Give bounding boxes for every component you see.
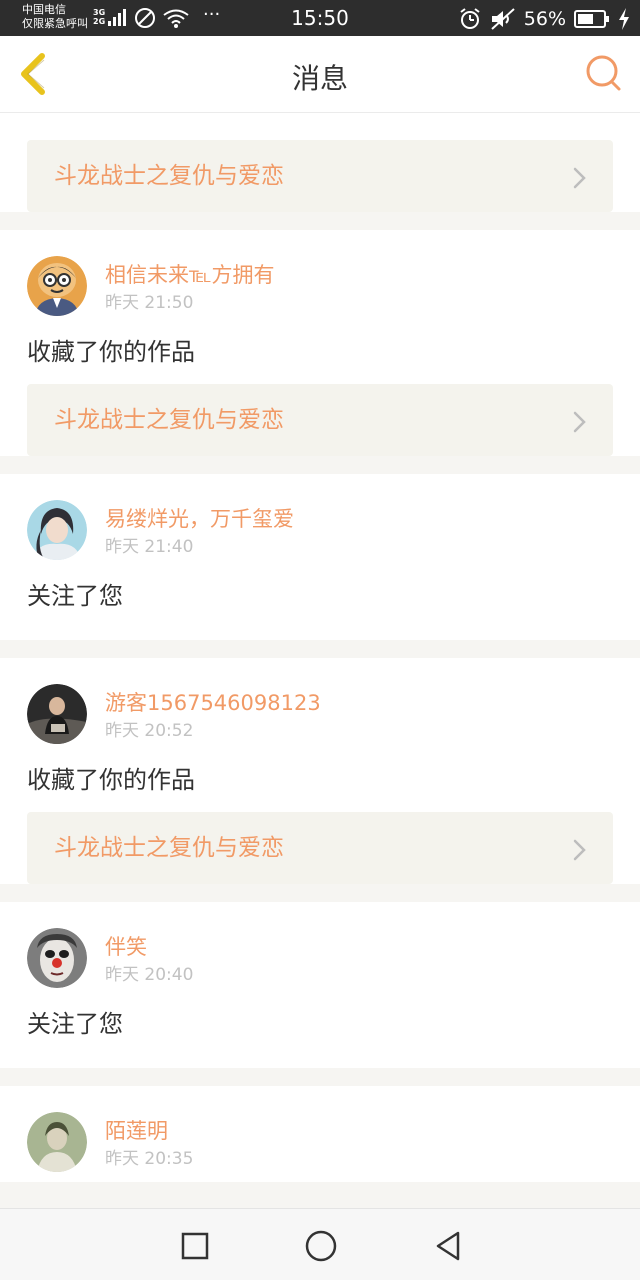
timestamp: 昨天 21:50 [105,293,194,313]
work-link[interactable]: 斗龙战士之复仇与爱恋 [27,140,613,212]
circle-icon [305,1230,337,1262]
username[interactable]: 易缕烊光，万千玺爱 [105,506,294,532]
timestamp: 昨天 21:40 [105,537,194,557]
avatar[interactable] [27,684,87,744]
username[interactable]: 伴笑 [105,934,193,960]
username[interactable]: 游客1567546098123 [105,690,321,716]
square-icon [181,1232,209,1260]
message-card: 相信未来℡方拥有 昨天 21:50 收藏了你的作品 斗龙战士之复仇与爱恋 [0,230,640,456]
chevron-right-icon [573,839,586,861]
message-list[interactable]: 收藏了你的作品 斗龙战士之复仇与爱恋 [0,113,640,1208]
message-feed: 收藏了你的作品 斗龙战士之复仇与爱恋 [0,113,640,1200]
message-card: 陌莲明 昨天 20:35 [0,1086,640,1182]
message-card: 伴笑 昨天 20:40 关注了您 [0,902,640,1068]
message-card: 易缕烊光，万千玺爱 昨天 21:40 关注了您 [0,474,640,640]
triangle-back-icon [436,1231,460,1261]
app-header: 消息 [0,36,640,113]
avatar-image [27,684,87,744]
battery-icon [574,10,609,28]
status-bar: 中国电信 仅限紧急呼叫 3G 2G ··· 15:50 56% [0,0,640,36]
avatar-image [27,1112,87,1172]
page-title: 消息 [291,62,348,95]
message-action: 关注了您 [27,1010,123,1038]
timestamp: 昨天 20:35 [105,1149,194,1169]
timestamp: 昨天 20:52 [105,721,194,741]
username[interactable]: 相信未来℡方拥有 [105,262,275,288]
work-link[interactable]: 斗龙战士之复仇与爱恋 [27,812,613,884]
system-nav-bar [0,1208,640,1280]
avatar-image [27,256,87,316]
message-action: 收藏了你的作品 [27,113,613,140]
work-title: 斗龙战士之复仇与爱恋 [54,163,284,189]
status-icons-right: 56% [458,7,630,31]
timestamp: 昨天 20:40 [105,965,194,985]
message-card: 收藏了你的作品 斗龙战士之复仇与爱恋 [0,113,640,212]
message-card: 游客1567546098123 昨天 20:52 收藏了你的作品 斗龙战士之复仇… [0,658,640,884]
battery-percent: 56% [523,8,566,30]
home-button[interactable] [304,1229,338,1263]
chevron-right-icon [573,167,586,189]
recents-button[interactable] [178,1229,212,1263]
work-title: 斗龙战士之复仇与爱恋 [54,407,284,433]
username[interactable]: 陌莲明 [105,1118,193,1144]
message-action: 关注了您 [27,582,123,610]
message-action: 收藏了你的作品 [27,766,195,794]
avatar[interactable] [27,500,87,560]
mute-icon [491,8,515,30]
alarm-icon [460,8,480,29]
avatar[interactable] [27,928,87,988]
avatar-image [27,500,87,560]
charging-icon [619,8,629,30]
avatar-image [27,928,87,988]
work-title: 斗龙战士之复仇与爱恋 [54,835,284,861]
message-action: 收藏了你的作品 [27,338,195,366]
nav-back-button[interactable] [432,1229,466,1263]
chevron-right-icon [573,411,586,433]
search-button[interactable] [582,52,626,96]
search-icon [586,55,621,91]
avatar[interactable] [27,1112,87,1172]
work-link[interactable]: 斗龙战士之复仇与爱恋 [27,384,613,456]
avatar[interactable] [27,256,87,316]
